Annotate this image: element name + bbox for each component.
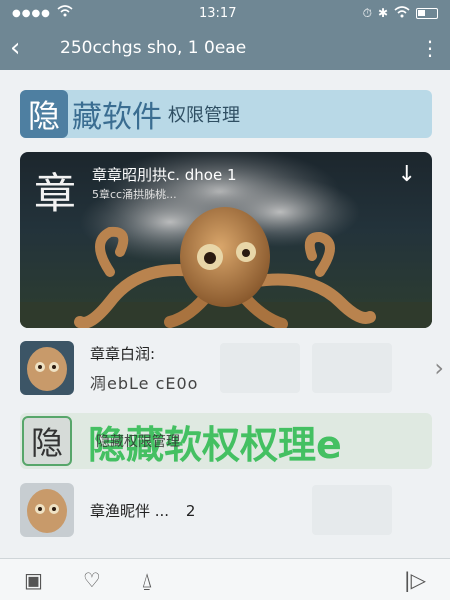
avatar <box>20 341 74 395</box>
more-vertical-icon: ⋮ <box>420 36 440 60</box>
bell-icon[interactable]: ⍙ <box>141 568 153 592</box>
hidden-permission-banner[interactable]: 隐 隐藏软权权理e 隐藏权限管理 <box>20 413 432 469</box>
placeholder-box <box>312 485 392 535</box>
play-icon[interactable]: |▷ <box>404 568 426 592</box>
download-arrow-icon[interactable]: ↓ <box>398 162 416 187</box>
placeholder-box <box>220 343 300 393</box>
row-title-text: 章渔昵伴 ... <box>90 501 170 520</box>
status-left: ●●●● <box>12 5 73 21</box>
heart-icon[interactable]: ♡ <box>83 568 101 592</box>
signal-icon: ●●●● <box>12 7 51 19</box>
chevron-right-icon[interactable]: › <box>434 354 444 382</box>
card-badge: 章 <box>34 169 77 218</box>
main-content: 隐 藏软件 权限管理 章 章章昭刖拱c. dhoe 1 5章cc涌拱胏桃... … <box>0 70 450 558</box>
wifi-icon <box>57 5 73 21</box>
banner-title: 藏软件 <box>72 100 162 135</box>
row-text: 章渔昵伴 ... 2 <box>74 500 195 521</box>
calendar-icon[interactable]: ▣ <box>24 568 43 592</box>
app-title: 250cchgs sho, 1 0eae <box>60 38 247 58</box>
wifi-icon <box>394 5 410 21</box>
octopus-feature-card[interactable]: 章 章章昭刖拱c. dhoe 1 5章cc涌拱胏桃... ↓ <box>20 152 432 328</box>
row-subtitle: 凋ebLe cE0o <box>90 373 199 393</box>
alarm-icon: ⏱ <box>362 5 372 20</box>
green-banner-subtitle: 隐藏权限管理 <box>96 434 180 450</box>
row-text: 章章白润: 凋ebLe cE0o <box>74 343 198 394</box>
more-options-button[interactable]: ⋮ <box>420 38 440 58</box>
app-bar: ‹ 250cchgs sho, 1 0eae ⋮ <box>0 26 450 70</box>
tab-group: ▣ ♡ ⍙ <box>24 568 153 592</box>
card-title: 章章昭刖拱c. dhoe 1 <box>92 166 237 184</box>
placeholder-box <box>312 343 392 393</box>
chevron-left-icon: ‹ <box>10 33 21 63</box>
row-count: 2 <box>185 501 196 520</box>
bluetooth-icon: ✱ <box>377 6 388 20</box>
status-time: 13:17 <box>199 5 237 21</box>
card-subtitle: 5章cc涌拱胏桃... <box>92 188 177 201</box>
back-button[interactable]: ‹ <box>10 35 40 61</box>
status-bar: ●●●● 13:17 ⏱ ✱ <box>0 0 450 26</box>
battery-icon <box>416 7 438 19</box>
status-right: ⏱ ✱ <box>363 6 438 21</box>
list-item[interactable]: 章章白润: 凋ebLe cE0o › <box>20 338 444 398</box>
list-item[interactable]: 章渔昵伴 ... 2 <box>20 480 432 540</box>
row-title: 章渔昵伴 ... 2 <box>90 500 195 521</box>
row-title: 章章白润: <box>90 344 156 363</box>
hide-badge: 隐 <box>20 90 68 138</box>
bottom-tab-bar: ▣ ♡ ⍙ |▷ <box>0 558 450 600</box>
banner-subtitle: 权限管理 <box>168 105 240 126</box>
hidden-software-banner[interactable]: 隐 藏软件 权限管理 <box>20 90 432 138</box>
avatar <box>20 483 74 537</box>
green-badge: 隐 <box>22 416 72 466</box>
